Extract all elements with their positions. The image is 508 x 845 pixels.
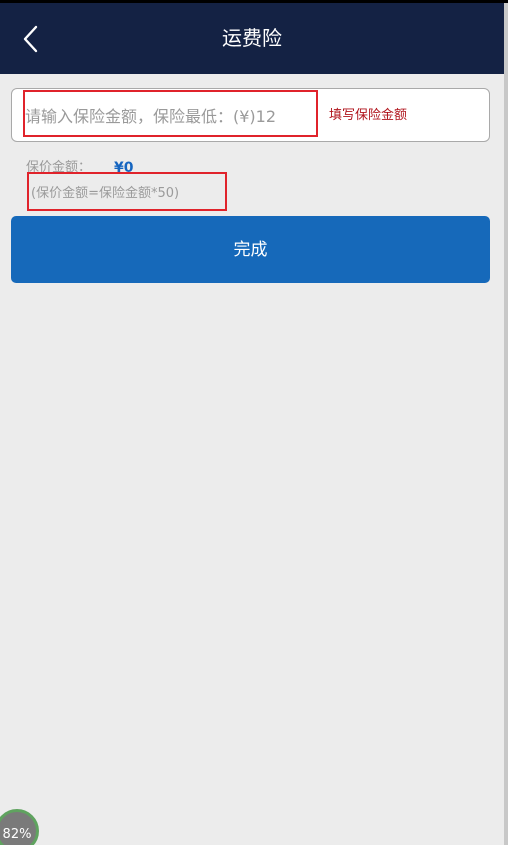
formula-note: (保价金额=保险金额*50) — [31, 186, 180, 201]
insured-amount-value: ¥0 — [114, 160, 134, 173]
insurance-amount-input[interactable] — [25, 102, 317, 130]
amount-hint-label: 填写保险金额 — [329, 108, 408, 123]
done-button[interactable]: 完成 — [11, 216, 490, 283]
insured-amount-label: 保价金额： — [26, 160, 92, 173]
amount-input-box[interactable] — [11, 88, 490, 142]
scrollbar-track — [504, 3, 508, 845]
header-bar: 运费险 — [0, 3, 504, 74]
zoom-indicator[interactable]: 82% — [0, 809, 39, 845]
page-title: 运费险 — [222, 26, 282, 50]
